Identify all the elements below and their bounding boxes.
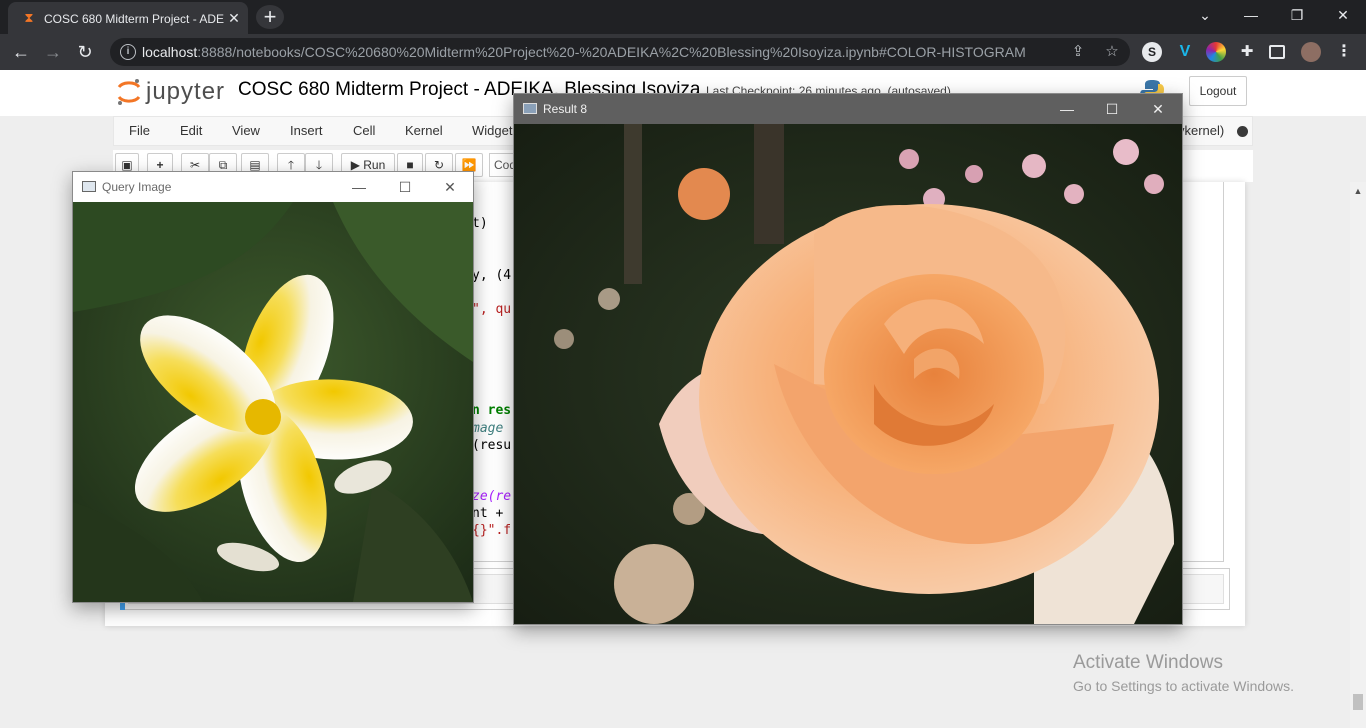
menu-insert[interactable]: Insert <box>290 123 323 138</box>
code-line: ze(re <box>472 489 512 504</box>
kernel-status-icon <box>1237 126 1248 137</box>
menu-file[interactable]: File <box>129 123 150 138</box>
reload-icon[interactable]: ↻ <box>72 39 98 65</box>
page-scrollbar[interactable]: ▲ <box>1350 182 1366 728</box>
window-titlebar[interactable]: Result 8 — ☐ ✕ <box>514 94 1182 124</box>
menu-kernel[interactable]: Kernel <box>405 123 443 138</box>
jupyter-logo-text: jupyter <box>146 78 226 105</box>
minimize-icon[interactable]: — <box>1044 94 1090 124</box>
browser-tab[interactable]: ⧗ COSC 680 Midterm Project - ADEIKA ✕ <box>8 2 248 34</box>
extensions-icon[interactable]: ✚ <box>1237 42 1257 62</box>
close-window-icon[interactable]: ✕ <box>1320 0 1366 30</box>
code-line: t) <box>472 216 488 231</box>
query-flower-image <box>73 202 473 602</box>
code-line: nt + <box>472 506 504 521</box>
code-line: (resu <box>472 438 512 453</box>
menu-widgets[interactable]: Widgets <box>472 123 519 138</box>
windows-activation-watermark: Activate Windows Go to Settings to activ… <box>1073 652 1343 694</box>
window-app-icon <box>82 181 96 192</box>
vimeo-icon[interactable]: V <box>1175 42 1195 62</box>
extension-s-icon[interactable]: S <box>1142 42 1162 62</box>
window-titlebar[interactable]: Query Image — ☐ ✕ <box>73 172 473 202</box>
forward-icon[interactable]: → <box>40 39 66 65</box>
query-image-window[interactable]: Query Image — ☐ ✕ <box>72 171 474 603</box>
code-line: ", qu <box>472 302 512 317</box>
jupyter-logo[interactable]: jupyter <box>116 74 226 108</box>
close-icon[interactable]: ✕ <box>1135 94 1181 124</box>
color-picker-icon[interactable] <box>1206 42 1226 62</box>
logout-button[interactable]: Logout <box>1189 76 1247 106</box>
window-title: Query Image <box>102 180 172 194</box>
result-rose-image <box>514 124 1182 624</box>
window-title: Result 8 <box>543 102 588 116</box>
minimize-icon[interactable]: — <box>336 172 382 202</box>
code-line: {}".f <box>472 523 512 538</box>
minimize-icon[interactable]: — <box>1228 0 1274 30</box>
menu-cell[interactable]: Cell <box>353 123 375 138</box>
hourglass-icon: ⧗ <box>24 10 34 25</box>
result-image-window[interactable]: Result 8 — ☐ ✕ <box>513 93 1183 625</box>
activation-title: Activate Windows <box>1073 652 1223 673</box>
jupyter-logo-icon <box>117 79 141 105</box>
tab-title: COSC 680 Midterm Project - ADEIKA <box>44 12 224 26</box>
window-app-icon <box>523 103 537 114</box>
restore-icon[interactable]: ❐ <box>1274 0 1320 30</box>
tab-search-icon[interactable]: ⌄ <box>1182 0 1228 30</box>
kernel-name[interactable]: ykernel) <box>1178 123 1224 138</box>
address-bar[interactable]: i localhost:8888/notebooks/COSC%20680%20… <box>110 38 1130 66</box>
menu-view[interactable]: View <box>232 123 260 138</box>
scroll-up-icon[interactable]: ▲ <box>1350 184 1366 198</box>
menu-edit[interactable]: Edit <box>180 123 202 138</box>
back-icon[interactable]: ← <box>8 39 34 65</box>
code-line: n res <box>472 403 512 418</box>
tab-close-icon[interactable]: ✕ <box>226 10 242 26</box>
sidepanel-icon[interactable] <box>1269 45 1285 59</box>
browser-tabstrip: ⧗ COSC 680 Midterm Project - ADEIKA ✕ + … <box>0 0 1366 34</box>
info-icon[interactable]: i <box>120 44 136 60</box>
activation-subtitle: Go to Settings to activate Windows. <box>1073 678 1294 694</box>
star-icon[interactable]: ☆ <box>1102 42 1122 62</box>
menu-icon[interactable]: ⋮ <box>1334 42 1354 62</box>
code-line: y, (4 <box>472 268 512 283</box>
profile-avatar[interactable] <box>1301 42 1321 62</box>
close-icon[interactable]: ✕ <box>427 172 473 202</box>
scroll-thumb[interactable] <box>1353 694 1363 710</box>
code-line: mage <box>472 421 504 436</box>
browser-toolbar: ← → ↻ i localhost:8888/notebooks/COSC%20… <box>0 34 1366 70</box>
new-tab-button[interactable]: + <box>256 5 284 29</box>
maximize-icon[interactable]: ☐ <box>1089 94 1135 124</box>
url-text[interactable]: localhost:8888/notebooks/COSC%20680%20Mi… <box>142 44 1042 60</box>
share-icon[interactable]: ⇪ <box>1068 42 1088 62</box>
maximize-icon[interactable]: ☐ <box>382 172 428 202</box>
